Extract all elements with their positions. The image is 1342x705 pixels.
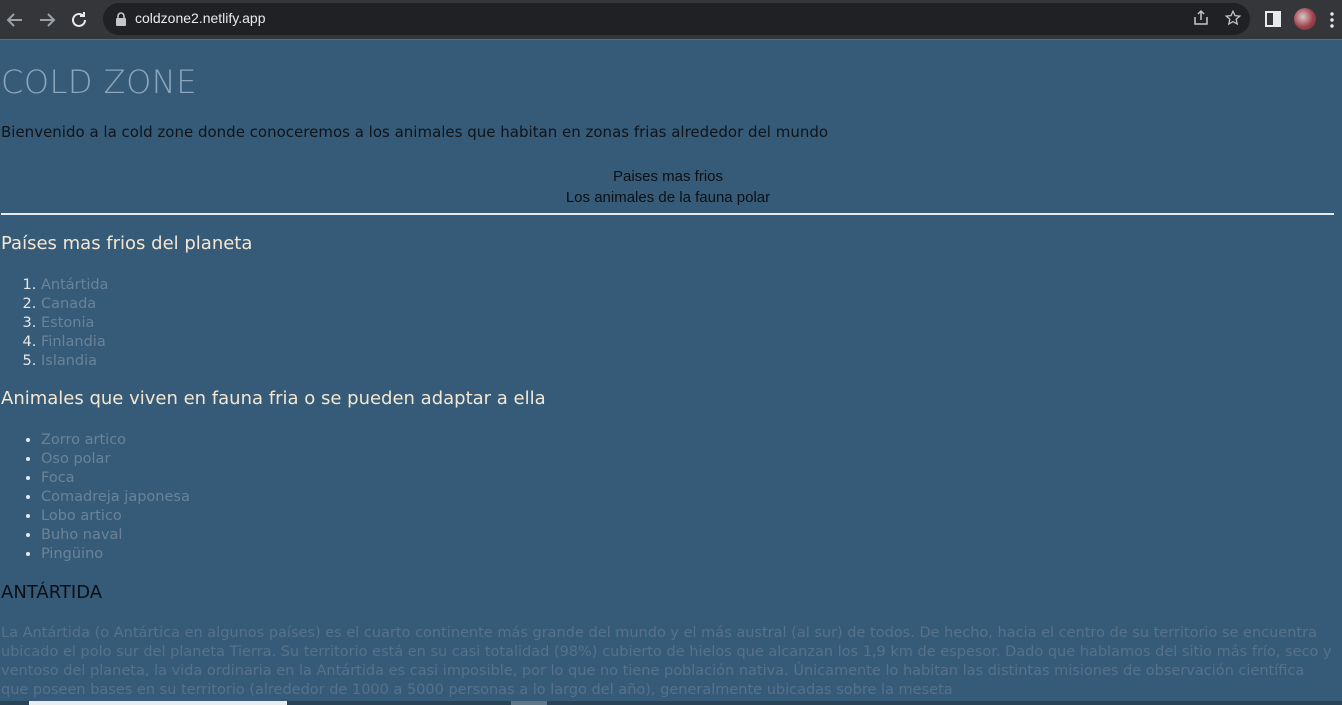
scrollbar-marker <box>511 701 547 705</box>
scrollbar-thumb[interactable] <box>29 701 287 705</box>
list-item: Finlandia <box>41 333 108 352</box>
list-item: Buho naval <box>41 526 190 545</box>
share-icon[interactable] <box>1191 9 1211 29</box>
page-title: COLD ZONE <box>1 63 197 101</box>
list-item: Lobo artico <box>41 507 190 526</box>
forward-arrow-icon[interactable] <box>35 8 59 32</box>
list-item: Zorro artico <box>41 431 190 450</box>
list-item: Canada <box>41 295 108 314</box>
nav-link-countries[interactable]: Paises mas frios <box>0 166 1336 187</box>
list-item: Foca <box>41 469 190 488</box>
list-item: Estonia <box>41 314 108 333</box>
list-item: Islandia <box>41 352 108 371</box>
reload-icon[interactable] <box>67 8 91 32</box>
list-item: Comadreja japonesa <box>41 488 190 507</box>
address-bar[interactable]: coldzone2.netlify.app <box>103 3 1250 35</box>
antartida-heading: ANTÁRTIDA <box>1 582 103 603</box>
back-arrow-icon[interactable] <box>3 8 27 32</box>
browser-toolbar: coldzone2.netlify.app <box>0 0 1342 40</box>
nav-link-animals[interactable]: Los animales de la fauna polar <box>0 187 1336 208</box>
countries-list: Antártida Canada Estonia Finlandia Islan… <box>0 276 108 371</box>
kebab-menu-icon[interactable] <box>1324 8 1340 32</box>
page-content: COLD ZONE Bienvenido a la cold zone dond… <box>0 41 1342 705</box>
list-item: Antártida <box>41 276 108 295</box>
animals-heading: Animales que viven en fauna fria o se pu… <box>1 388 546 409</box>
divider <box>1 213 1334 215</box>
intro-text: Bienvenido a la cold zone donde conocere… <box>1 123 829 141</box>
animals-list: Zorro artico Oso polar Foca Comadreja ja… <box>0 431 190 564</box>
side-panel-icon[interactable] <box>1263 9 1285 31</box>
antartida-paragraph: La Antártida (o Antártica en algunos paí… <box>1 625 1332 698</box>
url-text[interactable]: coldzone2.netlify.app <box>135 10 266 26</box>
list-item: Pingüino <box>41 545 190 564</box>
list-item: Oso polar <box>41 450 190 469</box>
avatar[interactable] <box>1294 8 1316 30</box>
star-icon[interactable] <box>1223 9 1243 29</box>
lock-icon[interactable] <box>115 12 127 26</box>
countries-heading: Países mas frios del planeta <box>1 233 253 254</box>
section-nav: Paises mas frios Los animales de la faun… <box>0 166 1336 208</box>
